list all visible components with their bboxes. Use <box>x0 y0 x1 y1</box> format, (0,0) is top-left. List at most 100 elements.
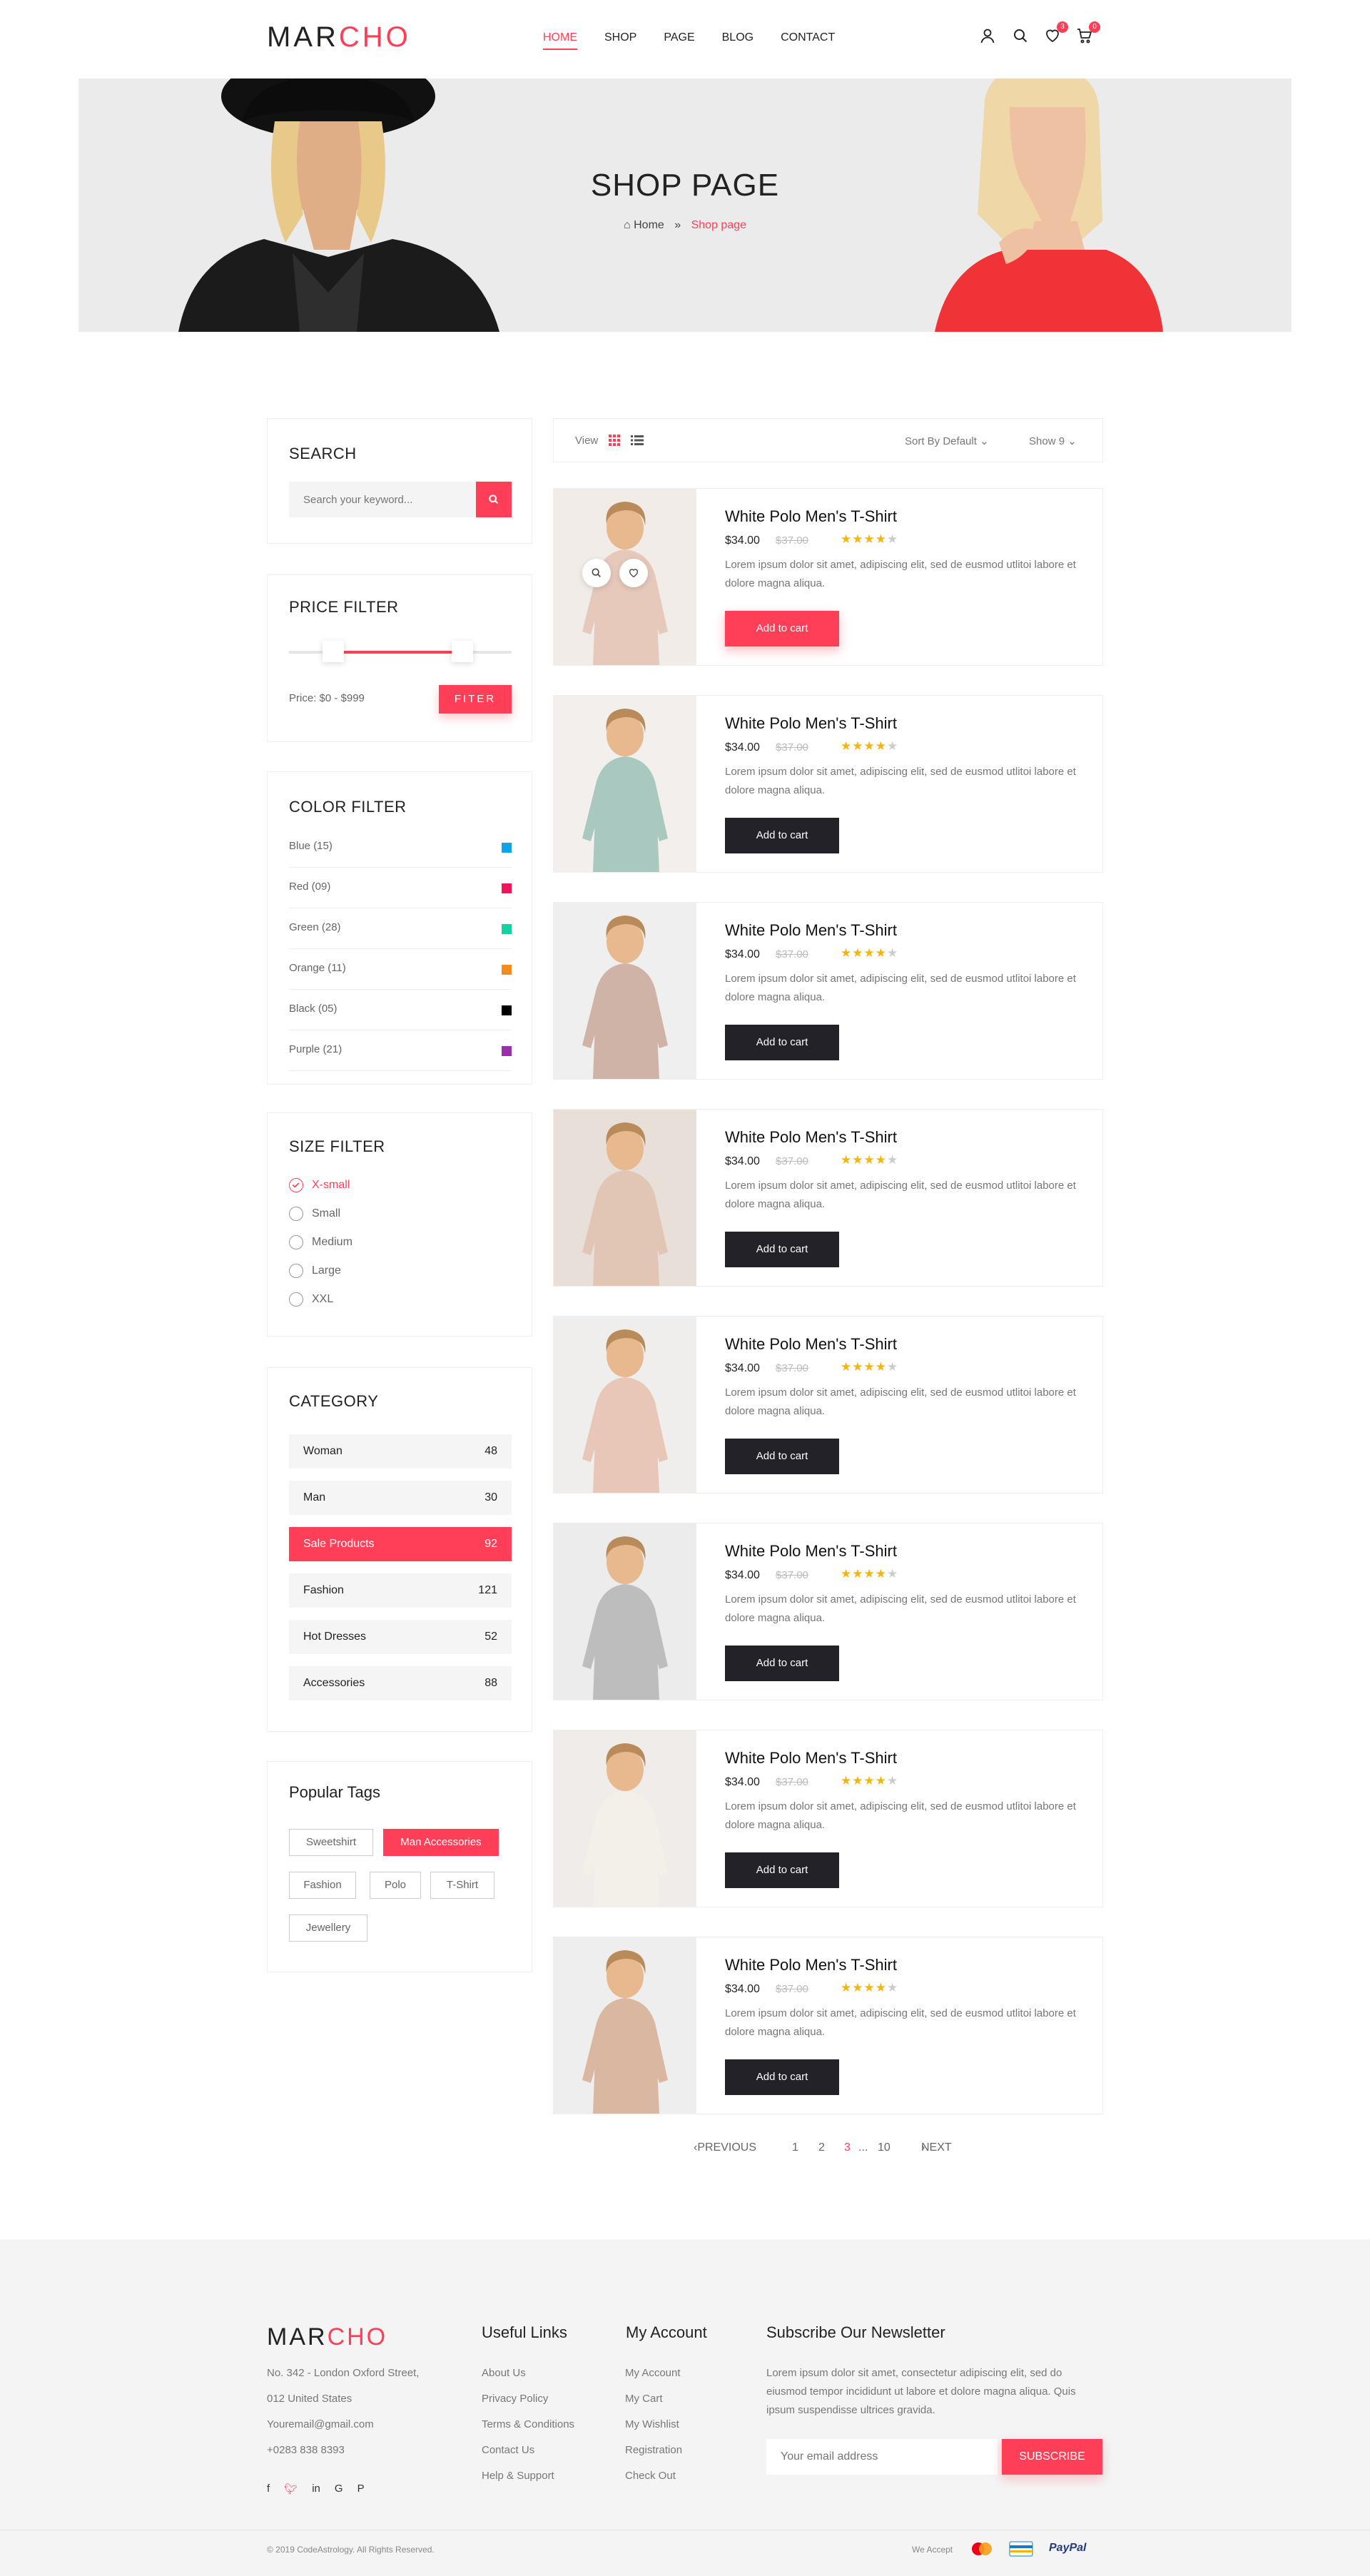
add-to-cart-button[interactable]: Add to cart <box>725 1025 839 1060</box>
add-to-cart-button[interactable]: Add to cart <box>725 1232 839 1267</box>
add-to-cart-button[interactable]: Add to cart <box>725 611 839 646</box>
product-name[interactable]: White Polo Men's T-Shirt <box>725 1956 897 1974</box>
size-option[interactable]: X-small <box>289 1178 350 1195</box>
footer-account-link[interactable]: My Wishlist <box>625 2418 679 2430</box>
google-icon[interactable]: G <box>335 2483 343 2495</box>
show-select[interactable]: Show 9 ⌄ <box>1029 435 1077 447</box>
my-account-title: My Account <box>626 2323 707 2341</box>
newsletter-email-input[interactable] <box>766 2439 998 2475</box>
twitter-icon[interactable]: 🐦︎ <box>284 2483 298 2495</box>
footer-account-link[interactable]: My Cart <box>625 2393 663 2405</box>
product-description: Lorem ipsum dolor sit amet, adipiscing e… <box>725 2007 1076 2038</box>
add-to-cart-button[interactable]: Add to cart <box>725 2059 839 2095</box>
grid-view-icon[interactable] <box>609 435 620 446</box>
breadcrumb-home[interactable]: Home <box>634 219 664 231</box>
footer-useful-link[interactable]: Contact Us <box>482 2444 534 2456</box>
wishlist-icon[interactable]: 3 <box>1044 21 1068 46</box>
product-name[interactable]: White Polo Men's T-Shirt <box>725 1335 897 1354</box>
add-to-cart-button[interactable]: Add to cart <box>725 1646 839 1681</box>
tag-item[interactable]: Fashion <box>289 1872 356 1899</box>
page-2[interactable]: 2 <box>818 2141 825 2154</box>
product-image[interactable] <box>554 696 696 872</box>
color-filter-item[interactable]: Red (09) <box>289 868 512 908</box>
color-filter-item[interactable]: Green (28) <box>289 908 512 949</box>
category-item[interactable]: Fashion 121 <box>289 1573 512 1608</box>
product-description: Lorem ipsum dolor sit amet, adipiscing e… <box>725 559 1076 589</box>
product-name[interactable]: White Polo Men's T-Shirt <box>725 921 897 940</box>
category-item[interactable]: Hot Dresses 52 <box>289 1620 512 1654</box>
nav-shop[interactable]: SHOP <box>604 31 636 50</box>
tag-item[interactable]: Man Accessories <box>383 1829 499 1856</box>
product-card: White Polo Men's T-Shirt $34.00 $37.00 ★★★★… <box>553 1523 1103 1700</box>
size-option[interactable]: Medium <box>289 1235 352 1252</box>
footer-account-link[interactable]: Check Out <box>625 2470 676 2482</box>
product-name[interactable]: White Polo Men's T-Shirt <box>725 1128 897 1147</box>
category-item[interactable]: Accessories 88 <box>289 1666 512 1700</box>
add-to-cart-button[interactable]: Add to cart <box>725 1439 839 1474</box>
size-option[interactable]: Small <box>289 1207 340 1224</box>
product-image[interactable] <box>554 903 696 1079</box>
footer-useful-link[interactable]: Terms & Conditions <box>482 2418 574 2430</box>
product-name[interactable]: White Polo Men's T-Shirt <box>725 507 897 526</box>
price-slider-max-handle[interactable] <box>452 641 474 662</box>
product-image[interactable] <box>554 1317 696 1493</box>
pagination-next[interactable]: NEXT › <box>921 2141 952 2154</box>
mastercard-icon <box>972 2542 992 2555</box>
add-to-cart-button[interactable]: Add to cart <box>725 818 839 853</box>
size-option[interactable]: XXL <box>289 1292 333 1309</box>
logo[interactable]: MARCHO <box>267 21 411 54</box>
tag-item[interactable]: Polo <box>370 1872 421 1899</box>
product-image[interactable] <box>554 1110 696 1286</box>
color-filter-item[interactable]: Purple (21) <box>289 1030 512 1071</box>
footer-account-link[interactable]: Registration <box>625 2444 682 2456</box>
price-slider-track[interactable] <box>289 641 512 662</box>
color-filter-item[interactable]: Orange (11) <box>289 949 512 990</box>
footer-useful-link[interactable]: Help & Support <box>482 2470 554 2482</box>
category-item[interactable]: Man 30 <box>289 1481 512 1515</box>
add-to-wishlist-icon[interactable] <box>619 559 648 587</box>
facebook-icon[interactable]: f <box>267 2483 270 2495</box>
page-3-current[interactable]: 3 <box>844 2141 851 2154</box>
linkedin-icon[interactable]: in <box>312 2483 320 2495</box>
search-button[interactable] <box>476 482 512 517</box>
radio-circle-icon <box>289 1292 303 1307</box>
quick-view-icon[interactable] <box>582 559 611 587</box>
price-filter-button[interactable]: FITER <box>439 685 512 714</box>
nav-contact[interactable]: CONTACT <box>781 31 835 50</box>
tag-item[interactable]: Sweetshirt <box>289 1829 373 1856</box>
tag-item[interactable]: T-Shirt <box>430 1872 494 1899</box>
nav-blog[interactable]: BLOG <box>722 31 754 50</box>
page-1[interactable]: 1 <box>792 2141 798 2154</box>
cart-icon[interactable]: 0 <box>1076 21 1100 46</box>
footer-logo[interactable]: MARCHO <box>267 2323 387 2351</box>
add-to-cart-button[interactable]: Add to cart <box>725 1852 839 1888</box>
color-filter-item[interactable]: Black (05) <box>289 990 512 1030</box>
user-icon[interactable] <box>979 27 998 46</box>
nav-home[interactable]: HOME <box>543 31 577 50</box>
pagination-previous[interactable]: ‹ PREVIOUS <box>694 2141 756 2154</box>
search-icon[interactable] <box>1012 27 1030 46</box>
page-10[interactable]: 10 <box>878 2141 890 2154</box>
pinterest-icon[interactable]: P <box>357 2483 365 2495</box>
product-name[interactable]: White Polo Men's T-Shirt <box>725 1542 897 1561</box>
footer-account-link[interactable]: My Account <box>625 2367 681 2379</box>
category-name: Woman <box>303 1445 342 1457</box>
search-input[interactable] <box>289 482 476 517</box>
product-image[interactable] <box>554 1937 696 2114</box>
category-item[interactable]: Sale Products 92 <box>289 1527 512 1561</box>
sort-select[interactable]: Sort By Default ⌄ <box>905 435 989 447</box>
nav-page[interactable]: PAGE <box>664 31 694 50</box>
footer-useful-link[interactable]: About Us <box>482 2367 526 2379</box>
category-item[interactable]: Woman 48 <box>289 1434 512 1469</box>
product-name[interactable]: White Polo Men's T-Shirt <box>725 1749 897 1768</box>
list-view-icon[interactable] <box>631 435 644 446</box>
color-filter-item[interactable]: Blue (15) <box>289 827 512 868</box>
product-name[interactable]: White Polo Men's T-Shirt <box>725 714 897 733</box>
subscribe-button[interactable]: SUBSCRIBE <box>1002 2439 1102 2475</box>
product-image[interactable] <box>554 1730 696 1907</box>
price-slider-min-handle[interactable] <box>323 641 345 662</box>
size-option[interactable]: Large <box>289 1264 341 1281</box>
footer-useful-link[interactable]: Privacy Policy <box>482 2393 548 2405</box>
tag-item[interactable]: Jewellery <box>289 1915 367 1942</box>
product-image[interactable] <box>554 1523 696 1700</box>
